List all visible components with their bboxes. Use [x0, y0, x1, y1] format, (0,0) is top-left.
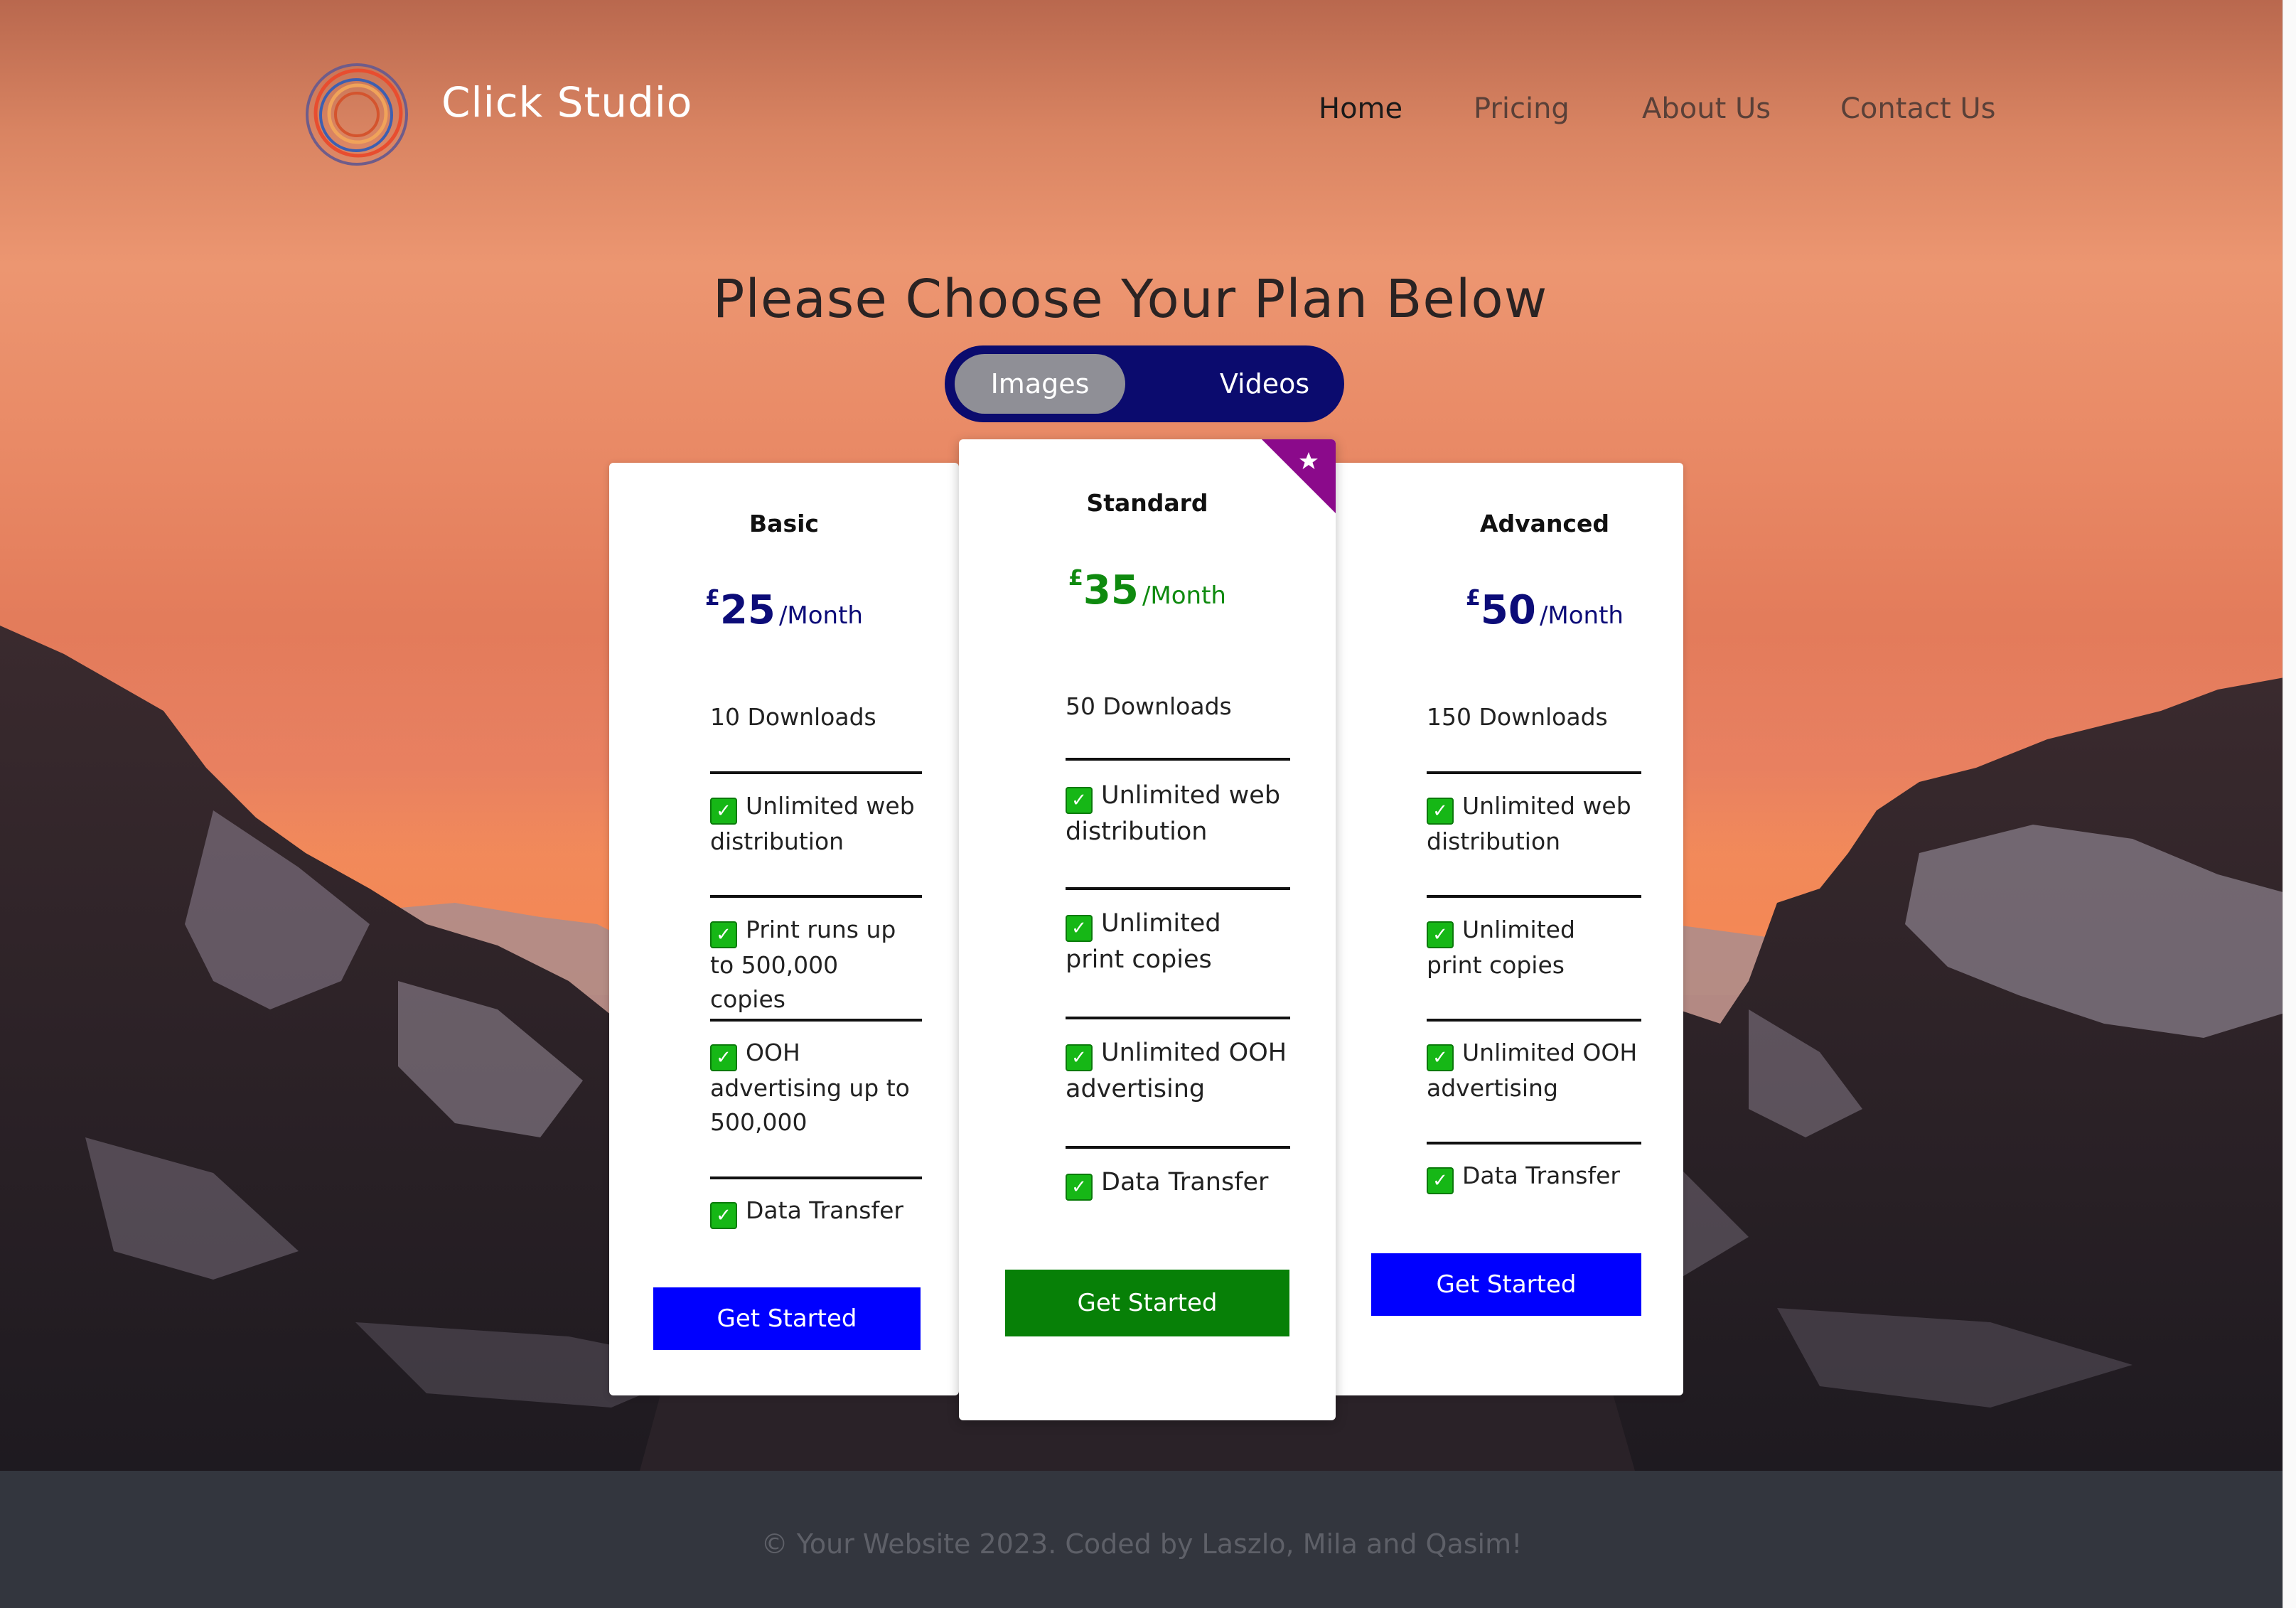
plan-title: Advanced [1480, 510, 1609, 537]
toggle-images[interactable]: Images [955, 354, 1125, 414]
divider [1066, 1146, 1290, 1149]
feature-text: Data Transfer [1462, 1162, 1620, 1189]
plan-card-standard: Standard £35 /Month 50 Downloads ✓ Unlimi… [959, 439, 1336, 1420]
feature-text: Unlimited OOH advertising [1066, 1039, 1287, 1103]
spiral-logo-icon[interactable] [304, 61, 410, 168]
checkmark-icon: ✓ [1427, 1167, 1454, 1194]
divider [1066, 887, 1290, 890]
divider [710, 1176, 922, 1179]
divider [710, 1019, 922, 1022]
checkmark-icon: ✓ [1066, 1174, 1093, 1201]
media-type-toggle[interactable]: Images Videos [945, 345, 1344, 422]
price-amount: 35 [1083, 567, 1139, 613]
price-period: /Month [1142, 581, 1226, 610]
nav-about-us[interactable]: About Us [1642, 92, 1771, 125]
nav-home[interactable]: Home [1319, 92, 1402, 125]
price-currency: £ [705, 586, 720, 611]
feature-item: ✓ Unlimited OOH advertising [1066, 1035, 1293, 1108]
plan-price: £25 /Month [609, 586, 959, 633]
feature-item: ✓ Data Transfer [710, 1194, 930, 1229]
get-started-button-standard[interactable]: Get Started [1005, 1270, 1289, 1336]
price-amount: 50 [1480, 587, 1536, 633]
feature-text: Unlimited web distribution [710, 792, 915, 855]
checkmark-icon: ✓ [710, 798, 737, 825]
footer-copyright: © Your Website 2023. Coded by Laszlo, Mi… [761, 1528, 1523, 1560]
feature-item: ✓ Data Transfer [1427, 1159, 1647, 1194]
feature-item: ✓ Data Transfer [1066, 1164, 1293, 1201]
checkmark-icon: ✓ [1427, 921, 1454, 948]
feature-item: ✓ OOH advertising up to 500,000 [710, 1036, 916, 1140]
feature-item: ✓ Print runs up to 500,000 copies [710, 913, 916, 1017]
divider [1427, 895, 1641, 898]
plan-downloads: 150 Downloads [1427, 703, 1608, 731]
plan-title: Standard [1086, 489, 1208, 517]
checkmark-icon: ✓ [710, 921, 737, 948]
checkmark-icon: ✓ [710, 1202, 737, 1229]
plan-price: £50 /Month [1363, 586, 1726, 633]
plan-downloads: 50 Downloads [1066, 692, 1232, 720]
plan-price: £35 /Month [959, 566, 1336, 613]
feature-item: ✓ Unlimited web distribution [1427, 789, 1654, 859]
get-started-button-advanced[interactable]: Get Started [1371, 1253, 1641, 1316]
plan-card-advanced: Advanced £50 /Month 150 Downloads ✓ Unlim… [1321, 463, 1683, 1395]
divider [1427, 771, 1641, 774]
feature-item: ✓ Unlimited OOH advertising [1427, 1036, 1640, 1105]
price-currency: £ [1068, 566, 1083, 591]
feature-item: ✓ Unlimited web distribution [710, 789, 930, 859]
plan-card-basic: Basic £25 /Month 10 Downloads ✓ Unlimited… [609, 463, 959, 1395]
nav-contact-us[interactable]: Contact Us [1840, 92, 1995, 125]
checkmark-icon: ✓ [1427, 1044, 1454, 1071]
checkmark-icon: ✓ [710, 1044, 737, 1071]
feature-text: Data Transfer [1101, 1168, 1269, 1196]
toggle-videos[interactable]: Videos [1208, 354, 1321, 414]
page-scrollbar[interactable] [2282, 0, 2296, 1608]
brand-name[interactable]: Click Studio [441, 78, 692, 127]
divider [710, 771, 922, 774]
feature-text: Print runs up to 500,000 copies [710, 916, 896, 1013]
plan-downloads: 10 Downloads [710, 703, 876, 731]
divider [710, 895, 922, 898]
feature-text: Unlimited web distribution [1066, 781, 1281, 846]
price-period: /Month [1539, 601, 1624, 630]
plan-title: Basic [749, 510, 819, 537]
nav-pricing[interactable]: Pricing [1474, 92, 1570, 125]
feature-item: ✓ Unlimited print copies [1427, 913, 1597, 982]
feature-item: ✓ Unlimited web distribution [1066, 778, 1300, 850]
divider [1066, 758, 1290, 761]
feature-text: Data Transfer [746, 1196, 903, 1224]
page-headline: Please Choose Your Plan Below [712, 269, 1548, 330]
price-period: /Month [778, 601, 863, 630]
checkmark-icon: ✓ [1066, 1044, 1093, 1071]
checkmark-icon: ✓ [1066, 787, 1093, 814]
divider [1066, 1017, 1290, 1019]
feature-text: Unlimited OOH advertising [1427, 1039, 1638, 1102]
price-currency: £ [1466, 586, 1481, 611]
price-amount: 25 [719, 587, 776, 633]
get-started-button-basic[interactable]: Get Started [653, 1287, 921, 1350]
divider [1427, 1142, 1641, 1145]
checkmark-icon: ✓ [1066, 915, 1093, 942]
divider [1427, 1019, 1641, 1022]
feature-item: ✓ Unlimited print copies [1066, 906, 1250, 978]
feature-text: OOH advertising up to 500,000 [710, 1039, 910, 1136]
feature-text: Unlimited web distribution [1427, 792, 1631, 855]
checkmark-icon: ✓ [1427, 798, 1454, 825]
